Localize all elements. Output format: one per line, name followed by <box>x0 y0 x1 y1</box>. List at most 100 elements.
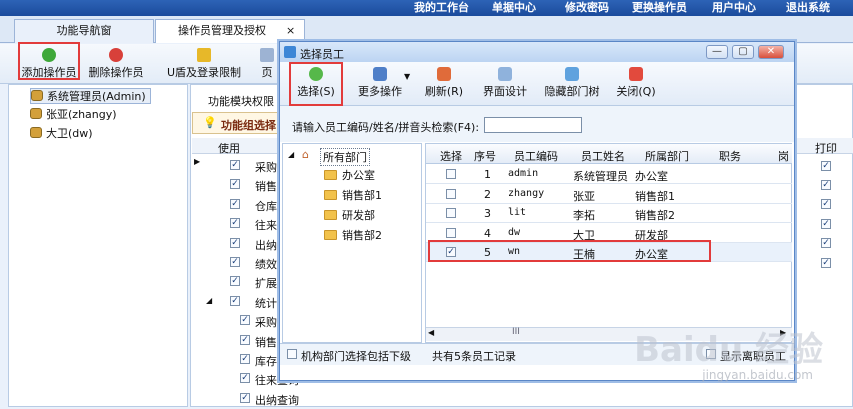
tab-close-icon[interactable]: × <box>286 20 295 42</box>
login-limit-button[interactable]: U盾及登录限制 <box>162 46 246 82</box>
operator-node-admin[interactable]: 系统管理员(Admin) <box>30 88 151 104</box>
function-module-tab[interactable]: 功能模块权限 <box>208 93 274 109</box>
col-select[interactable]: 选择 <box>440 148 462 164</box>
folder-icon <box>324 210 337 220</box>
employee-select-checkbox[interactable] <box>446 227 456 238</box>
permission-checkbox[interactable]: ✓ <box>240 373 250 384</box>
permission-checkbox[interactable]: ✓ <box>240 392 250 403</box>
scroll-left-icon[interactable]: ◀ <box>428 328 434 337</box>
close-icon <box>629 67 643 81</box>
cell-code: dw <box>508 226 521 238</box>
employee-row[interactable]: 1 admin 系统管理员 办公室 <box>426 165 792 184</box>
tab-operator-management[interactable]: 操作员管理及授权 × <box>155 19 305 43</box>
dept-node[interactable]: 研发部 <box>324 208 375 224</box>
print-checkbox[interactable]: ✓ <box>821 258 831 268</box>
cell-dept: 销售部1 <box>635 189 675 203</box>
col-code[interactable]: 员工编码 <box>514 148 558 164</box>
col-seq[interactable]: 序号 <box>474 148 496 164</box>
nav-document-center[interactable]: 单据中心 <box>492 0 536 16</box>
operator-node-zhangy[interactable]: 张亚(zhangy) <box>30 107 117 123</box>
employee-select-checkbox[interactable] <box>446 188 456 199</box>
dialog-close-button[interactable]: ✕ <box>758 45 784 59</box>
permission-label: 销售 <box>255 180 277 194</box>
permission-label: 仓库 <box>255 199 277 213</box>
employee-row[interactable]: 3 lit 李拓 销售部2 <box>426 204 792 223</box>
include-subdept-checkbox[interactable] <box>287 349 297 359</box>
toolbar-more-button[interactable]: 页 <box>260 46 274 82</box>
permission-checkbox[interactable]: ✓ <box>240 354 250 364</box>
nav-switch-operator[interactable]: 更换操作员 <box>632 0 687 16</box>
refresh-button[interactable]: 刷新(R) <box>424 64 464 104</box>
print-checkbox[interactable]: ✓ <box>821 199 831 209</box>
watermark-url: jingyan.baidu.com <box>702 368 813 382</box>
dialog-app-icon <box>284 46 296 58</box>
nav-user-center[interactable]: 用户中心 <box>712 0 756 16</box>
tab-nav-window[interactable]: 功能导航窗 <box>14 19 154 43</box>
print-checkbox[interactable]: ✓ <box>821 180 831 190</box>
print-checkbox[interactable]: ✓ <box>821 161 831 171</box>
employee-search-input[interactable] <box>484 117 582 133</box>
cell-code: lit <box>508 207 527 218</box>
permission-checkbox[interactable]: ✓ <box>230 160 240 170</box>
permission-checkbox[interactable]: ✓ <box>230 237 240 248</box>
cell-seq: 3 <box>484 207 491 220</box>
user-group-icon <box>31 90 43 101</box>
folder-icon <box>324 190 337 200</box>
use-header-label: 使用 <box>218 142 240 155</box>
col-title[interactable]: 职务 <box>719 148 741 164</box>
permission-checkbox[interactable]: ✓ <box>230 179 240 190</box>
delete-operator-button[interactable]: 删除操作员 <box>86 46 146 82</box>
permission-checkbox[interactable]: ✓ <box>230 295 240 306</box>
nav-change-password[interactable]: 修改密码 <box>565 0 609 16</box>
cell-dept: 销售部2 <box>635 209 675 222</box>
nav-logout[interactable]: 退出系统 <box>786 0 830 16</box>
permission-checkbox[interactable]: ✓ <box>230 198 240 209</box>
home-icon: ⌂ <box>302 148 309 161</box>
dept-node[interactable]: 办公室 <box>324 168 375 184</box>
close-dialog-button[interactable]: 关闭(Q) <box>616 64 656 104</box>
print-header-label: 打印 <box>815 142 837 155</box>
permission-checkbox[interactable]: ✓ <box>230 257 240 267</box>
more-actions-button[interactable]: 更多操作 <box>350 64 410 104</box>
permission-checkbox[interactable]: ✓ <box>230 218 240 229</box>
employee-select-checkbox[interactable] <box>446 208 456 218</box>
print-checkbox[interactable]: ✓ <box>821 238 831 248</box>
permission-label: 销售 <box>255 335 277 349</box>
permission-checkbox[interactable]: ✓ <box>240 315 250 326</box>
refresh-icon <box>437 67 451 81</box>
nav-workbench[interactable]: 我的工作台 <box>414 0 469 16</box>
col-dept[interactable]: 所属部门 <box>645 148 689 164</box>
permission-label: 库存 <box>255 355 277 368</box>
scroll-thumb-grip[interactable]: III <box>512 327 520 337</box>
collapse-icon[interactable]: ◢ <box>206 296 212 305</box>
permission-label: 出纳 <box>255 238 277 252</box>
cell-seq: 4 <box>484 226 491 240</box>
record-count: 共有5条员工记录 <box>432 350 516 363</box>
maximize-button[interactable]: ▢ <box>732 45 754 59</box>
cell-name: 张亚 <box>573 189 595 203</box>
employee-row[interactable]: 2 zhangy 张亚 销售部1 <box>426 185 792 204</box>
employee-select-checkbox[interactable] <box>446 169 456 179</box>
highlight-selected-row <box>428 240 711 262</box>
permission-label: 出纳查询 <box>255 393 299 407</box>
dept-node[interactable]: 销售部2 <box>324 228 382 244</box>
cell-name: 李拓 <box>573 209 595 222</box>
cell-code: admin <box>508 168 539 179</box>
delete-icon <box>109 48 123 62</box>
minimize-button[interactable]: — <box>706 45 728 59</box>
collapse-icon[interactable]: ◢ <box>288 150 294 159</box>
hide-dept-tree-button[interactable]: 隐藏部门树 <box>543 64 601 104</box>
col-post[interactable]: 岗 <box>778 148 789 164</box>
col-name[interactable]: 员工姓名 <box>581 148 625 164</box>
cell-seq: 1 <box>484 168 491 181</box>
ui-design-button[interactable]: 界面设计 <box>482 64 528 104</box>
cell-seq: 2 <box>484 187 491 201</box>
dept-node-all[interactable]: 所有部门 <box>320 148 370 166</box>
more-dropdown-icon[interactable]: ▼ <box>404 72 410 81</box>
operator-node-dw[interactable]: 大卫(dw) <box>30 126 93 142</box>
permission-checkbox[interactable]: ✓ <box>240 334 250 345</box>
dept-node[interactable]: 销售部1 <box>324 188 382 204</box>
tab-operator-management-label: 操作员管理及授权 <box>178 24 266 37</box>
permission-checkbox[interactable]: ✓ <box>230 276 240 287</box>
print-checkbox[interactable]: ✓ <box>821 219 831 229</box>
